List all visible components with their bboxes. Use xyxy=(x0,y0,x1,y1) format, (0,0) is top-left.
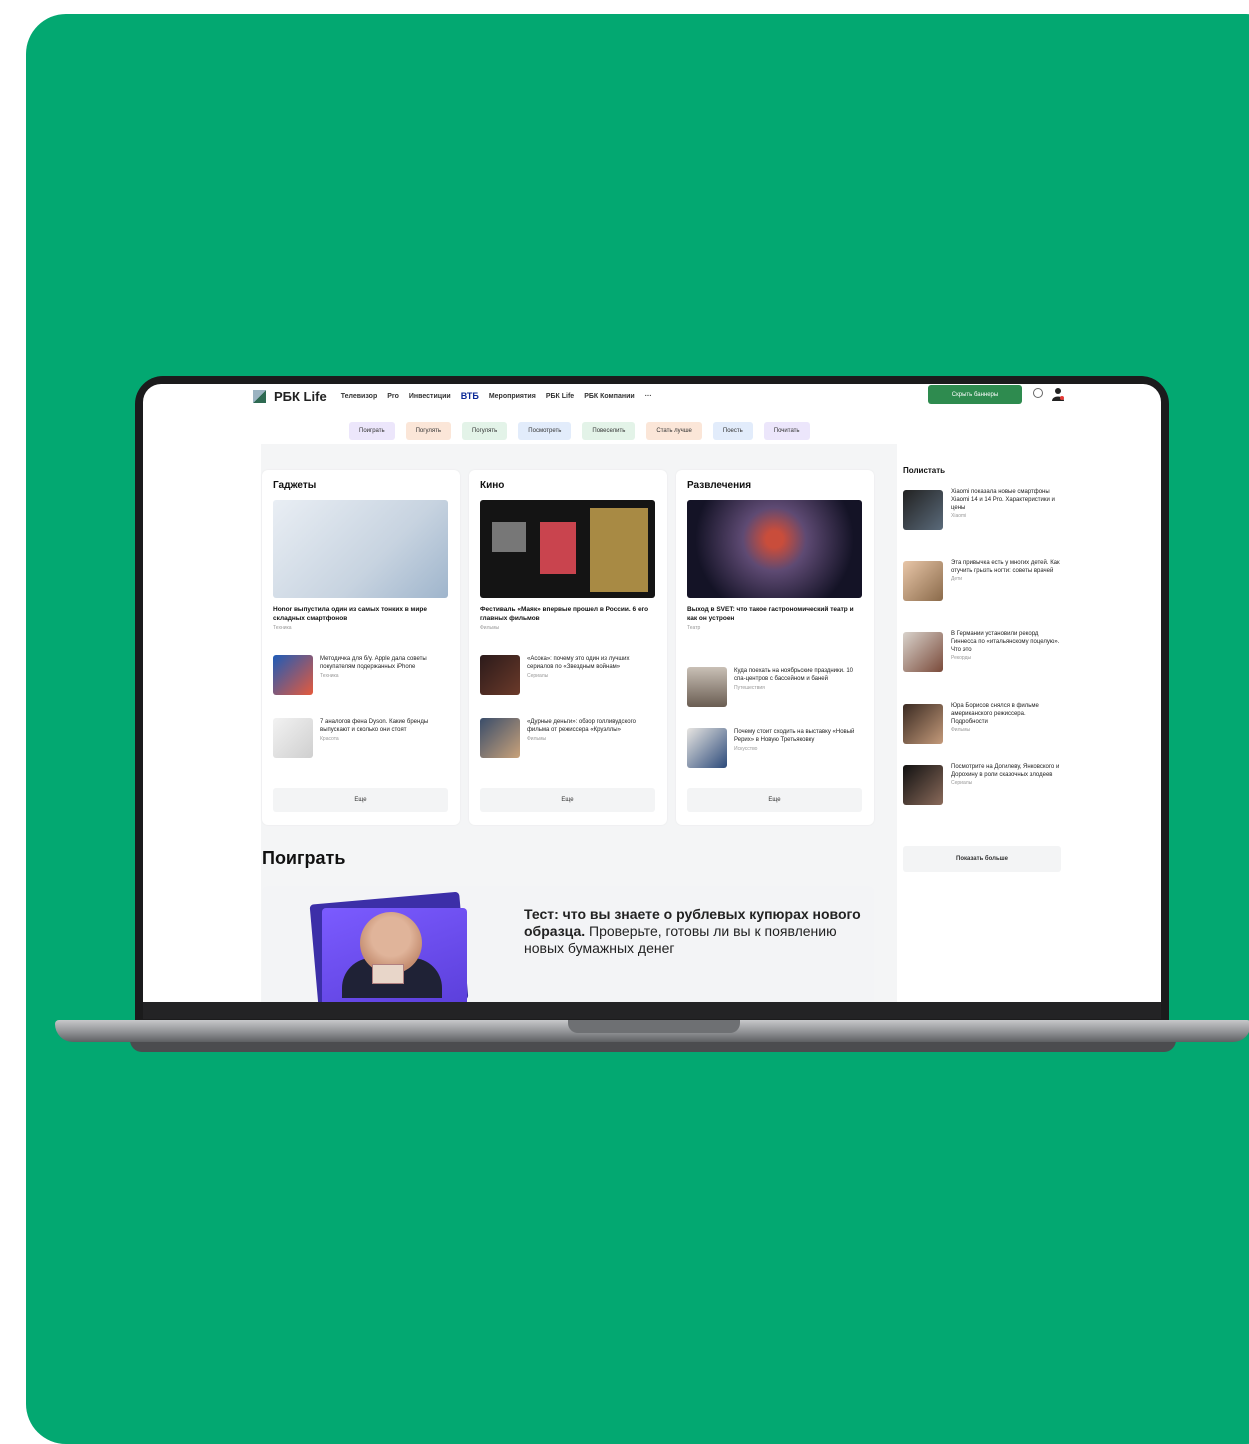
poster-3 xyxy=(590,508,648,592)
hero-headline[interactable]: Выход в SVET: что такое гастрономический… xyxy=(687,605,865,633)
poster-2 xyxy=(540,522,576,574)
hero-headline[interactable]: Фестиваль «Маяк» впервые прошел в России… xyxy=(480,605,658,633)
nav-item-rbc-companies[interactable]: РБК Компании xyxy=(584,393,635,400)
nav-item-vtb[interactable]: ВТБ xyxy=(461,391,479,401)
more-button[interactable]: Еще xyxy=(687,788,862,812)
chip-play[interactable]: Поиграть xyxy=(349,422,395,440)
user-icon[interactable] xyxy=(1052,387,1064,401)
nav-item-pro[interactable]: Pro xyxy=(387,393,399,400)
sidebar-item[interactable]: Посмотрите на Догилеву, Янковского и Дор… xyxy=(903,764,1063,825)
poster-1 xyxy=(492,522,526,552)
iphone-thumb xyxy=(273,655,313,695)
more-button[interactable]: Еще xyxy=(480,788,655,812)
child-thumb xyxy=(903,561,943,601)
list-item[interactable]: «Дурные деньги»: обзор голливудского фил… xyxy=(480,718,660,760)
villains-thumb xyxy=(903,765,943,805)
film-posters-image[interactable] xyxy=(480,500,655,598)
card-title: Развлечения xyxy=(687,480,752,491)
chip-fun[interactable]: Повеселить xyxy=(582,422,636,440)
search-icon[interactable] xyxy=(1033,388,1043,398)
sidebar: Полистать Xiaomi показала новые смартфон… xyxy=(903,466,1063,805)
laptop-screen: РБК Life Телевизор Pro Инвестиции ВТБ Ме… xyxy=(143,384,1161,1002)
xiaomi-thumb xyxy=(903,490,943,530)
more-button[interactable]: Еще xyxy=(273,788,448,812)
nav-item-events[interactable]: Мероприятия xyxy=(489,393,536,400)
sidebar-item[interactable]: Эта привычка есть у многих детей. Как от… xyxy=(903,560,1063,621)
banknote-icon xyxy=(372,964,404,984)
list-item[interactable]: Куда поехать на ноябрьские праздники. 10… xyxy=(687,667,867,709)
chip-walk-2[interactable]: Погулять xyxy=(461,422,508,440)
rbc-logo-icon[interactable] xyxy=(253,389,266,403)
sidebar-item[interactable]: В Германии установили рекорд Гиннесса по… xyxy=(903,631,1063,692)
card-gadgets: Гаджеты Honor выпустила один из самых то… xyxy=(262,470,460,825)
list-item[interactable]: «Асока»: почему это один из лучших сериа… xyxy=(480,655,660,697)
list-item[interactable]: Методичка для б/у. Apple дала советы пок… xyxy=(273,655,453,697)
nav-item-tv[interactable]: Телевизор xyxy=(341,393,378,400)
show-more-button[interactable]: Показать больше xyxy=(903,846,1061,872)
kiss-thumb xyxy=(903,632,943,672)
nav-item-investments[interactable]: Инвестиции xyxy=(409,393,451,400)
card-title: Гаджеты xyxy=(273,480,317,491)
dumb-money-thumb xyxy=(480,718,520,758)
chip-walk-1[interactable]: Погулять xyxy=(405,422,451,440)
card-title: Кино xyxy=(480,480,505,491)
phone-hero-image[interactable] xyxy=(273,500,448,598)
section-heading: Поиграть xyxy=(262,848,346,868)
chip-improve[interactable]: Стать лучше xyxy=(646,422,702,440)
quiz-card[interactable]: Тест: что вы знаете о рублевых купюрах н… xyxy=(262,886,874,1002)
borisov-thumb xyxy=(903,704,943,744)
hairdryer-thumb xyxy=(273,718,313,758)
sidebar-item[interactable]: Юра Борисов снялся в фильме американског… xyxy=(903,703,1063,764)
quiz-title[interactable]: Тест: что вы знаете о рублевых купюрах н… xyxy=(524,906,874,957)
hide-banners-button[interactable]: Скрыть баннеры xyxy=(928,385,1022,404)
card-entertainment: Развлечения Выход в SVET: что такое гаст… xyxy=(676,470,874,825)
roerich-thumb xyxy=(687,728,727,768)
chip-eat[interactable]: Поесть xyxy=(712,422,753,440)
site-logo[interactable]: РБК Life xyxy=(274,389,327,404)
hero-headline[interactable]: Honor выпустила один из самых тонких в м… xyxy=(273,605,451,633)
sidebar-title: Полистать xyxy=(903,466,946,475)
nav-more-icon[interactable]: ··· xyxy=(645,393,652,400)
nav-item-rbc-life[interactable]: РБК Life xyxy=(546,393,574,400)
category-chips: Поиграть Погулять Погулять Посмотреть По… xyxy=(349,422,810,440)
list-item[interactable]: Почему стоит сходить на выставку «Новый … xyxy=(687,728,867,770)
theatre-hero-image[interactable] xyxy=(687,500,862,598)
card-cinema: Кино Фестиваль «Маяк» впервые прошел в Р… xyxy=(469,470,667,825)
list-item[interactable]: 7 аналогов фена Dyson. Какие бренды выпу… xyxy=(273,718,453,760)
screen-bezel xyxy=(143,1002,1161,1019)
chip-read[interactable]: Почитать xyxy=(763,422,810,440)
chip-watch[interactable]: Посмотреть xyxy=(518,422,572,440)
laptop-notch xyxy=(568,1020,740,1033)
spa-thumb xyxy=(687,667,727,707)
sidebar-item[interactable]: Xiaomi показала новые смартфоны Xiaomi 1… xyxy=(903,489,1063,550)
ahsoka-thumb xyxy=(480,655,520,695)
